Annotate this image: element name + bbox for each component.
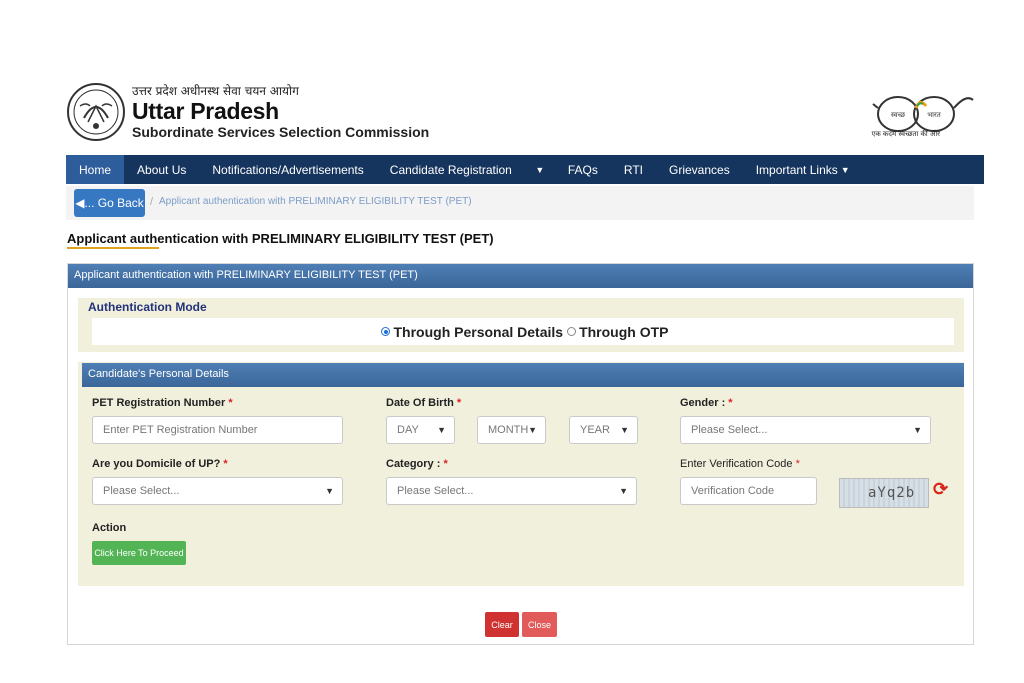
dob-day-value: DAY <box>397 424 419 436</box>
chevron-down-icon: ▼ <box>840 164 850 175</box>
captcha-image: aYq2b <box>839 478 929 508</box>
radio-personal-details[interactable] <box>381 327 391 336</box>
required-mark: * <box>443 458 448 470</box>
personal-details-section: Candidate's Personal Details PET Registr… <box>78 362 964 586</box>
required-mark: * <box>795 458 800 470</box>
go-back-button[interactable]: ◀ ... Go Back <box>74 189 145 217</box>
up-emblem-icon <box>67 83 125 141</box>
org-title: Uttar Pradesh <box>132 98 279 124</box>
title-underline <box>67 247 159 249</box>
action-label: Action <box>92 522 127 534</box>
site-header: उत्तर प्रदेश अधीनस्थ सेवा चयन आयोग Uttar… <box>66 74 974 152</box>
radio-otp-label[interactable]: Through OTP <box>579 324 668 340</box>
pet-label-text: PET Registration Number <box>92 397 226 409</box>
radio-personal-details-label[interactable]: Through Personal Details <box>393 324 563 340</box>
proceed-button[interactable]: Click Here To Proceed <box>92 541 186 565</box>
chevron-down-icon: ▼ <box>619 486 628 496</box>
nav-home[interactable]: Home <box>66 155 125 184</box>
required-mark: * <box>456 397 462 409</box>
required-mark: * <box>728 397 733 409</box>
nav-dropdown-toggle[interactable]: ▼ <box>525 155 555 184</box>
required-mark: * <box>223 458 228 470</box>
category-value: Please Select... <box>397 485 474 497</box>
page-title: Applicant authentication with PRELIMINAR… <box>67 231 494 246</box>
hindi-title: उत्तर प्रदेश अधीनस्थ सेवा चयन आयोग <box>132 84 299 98</box>
close-button[interactable]: Close <box>522 612 557 637</box>
radio-otp[interactable] <box>567 327 577 336</box>
double-chevron-left-icon: ◀ <box>75 196 85 210</box>
chevron-down-icon: ▼ <box>325 486 334 496</box>
nav-important-links-label: Important Links <box>755 162 838 177</box>
swachh-left-text: स्वच्छ <box>891 111 906 119</box>
dob-label: Date Of Birth * <box>386 397 461 409</box>
chevron-down-icon: ▼ <box>528 425 537 435</box>
pet-registration-input[interactable]: Enter PET Registration Number <box>92 416 343 444</box>
page: उत्तर प्रदेश अधीनस्थ सेवा चयन आयोग Uttar… <box>0 0 1024 683</box>
breadcrumb: ◀ ... Go Back / Applicant authentication… <box>66 186 974 220</box>
domicile-label-text: Are you Domicile of UP? <box>92 458 221 470</box>
nav-faqs[interactable]: FAQs <box>555 155 611 184</box>
domicile-label: Are you Domicile of UP? * <box>92 458 228 470</box>
auth-panel: Applicant authentication with PRELIMINAR… <box>67 263 974 645</box>
pet-label: PET Registration Number * <box>92 397 233 409</box>
dob-year-value: YEAR <box>580 424 610 436</box>
main-nav: Home About Us Notifications/Advertisemen… <box>66 155 984 184</box>
org-subtitle: Subordinate Services Selection Commissio… <box>132 124 430 140</box>
category-label: Category : * <box>386 458 448 470</box>
dob-day-select[interactable]: DAY ▼ <box>386 416 455 444</box>
gender-label-text: Gender : <box>680 397 726 409</box>
category-label-text: Category : <box>386 458 441 470</box>
dob-month-select[interactable]: MONTH ▼ <box>477 416 546 444</box>
chevron-down-icon: ▼ <box>913 425 922 435</box>
category-select[interactable]: Please Select... ▼ <box>386 477 637 505</box>
nav-grievances[interactable]: Grievances <box>656 155 743 184</box>
swachh-caption: एक कदम स्वच्छता की ओर <box>871 130 940 138</box>
domicile-value: Please Select... <box>103 485 180 497</box>
dob-year-select[interactable]: YEAR ▼ <box>569 416 638 444</box>
swachh-right-text: भारत <box>927 111 942 119</box>
personal-details-heading: Candidate's Personal Details <box>82 363 964 387</box>
go-back-label: ... Go Back <box>84 196 144 210</box>
panel-heading: Applicant authentication with PRELIMINAR… <box>68 264 973 288</box>
breadcrumb-separator: / <box>150 196 154 208</box>
nav-about-us[interactable]: About Us <box>124 155 199 184</box>
dob-month-value: MONTH <box>488 424 529 436</box>
chevron-down-icon: ▼ <box>437 425 446 435</box>
chevron-down-icon: ▼ <box>535 164 545 175</box>
clear-button[interactable]: Clear <box>485 612 519 637</box>
gender-label: Gender : * <box>680 397 733 409</box>
nav-candidate-registration[interactable]: Candidate Registration <box>377 155 525 184</box>
chevron-down-icon: ▼ <box>620 425 629 435</box>
gender-select[interactable]: Please Select... ▼ <box>680 416 931 444</box>
required-mark: * <box>228 397 233 409</box>
authentication-mode-legend: Authentication Mode <box>88 300 207 314</box>
nav-important-links[interactable]: Important Links ▼ <box>743 155 863 184</box>
domicile-select[interactable]: Please Select... ▼ <box>92 477 343 505</box>
refresh-icon[interactable]: ⟳ <box>933 479 948 500</box>
nav-notifications[interactable]: Notifications/Advertisements <box>199 155 376 184</box>
authentication-mode-options: Through Personal Details Through OTP <box>92 318 954 345</box>
verification-label-text: Enter Verification Code <box>680 458 793 470</box>
breadcrumb-current: Applicant authentication with PRELIMINAR… <box>159 196 472 207</box>
nav-rti[interactable]: RTI <box>611 155 656 184</box>
verification-label: Enter Verification Code * <box>680 458 800 470</box>
dob-label-text: Date Of Birth <box>386 397 454 409</box>
gender-value: Please Select... <box>691 424 768 436</box>
authentication-mode-fieldset: Authentication Mode Through Personal Det… <box>78 298 964 352</box>
verification-code-input[interactable]: Verification Code <box>680 477 817 505</box>
